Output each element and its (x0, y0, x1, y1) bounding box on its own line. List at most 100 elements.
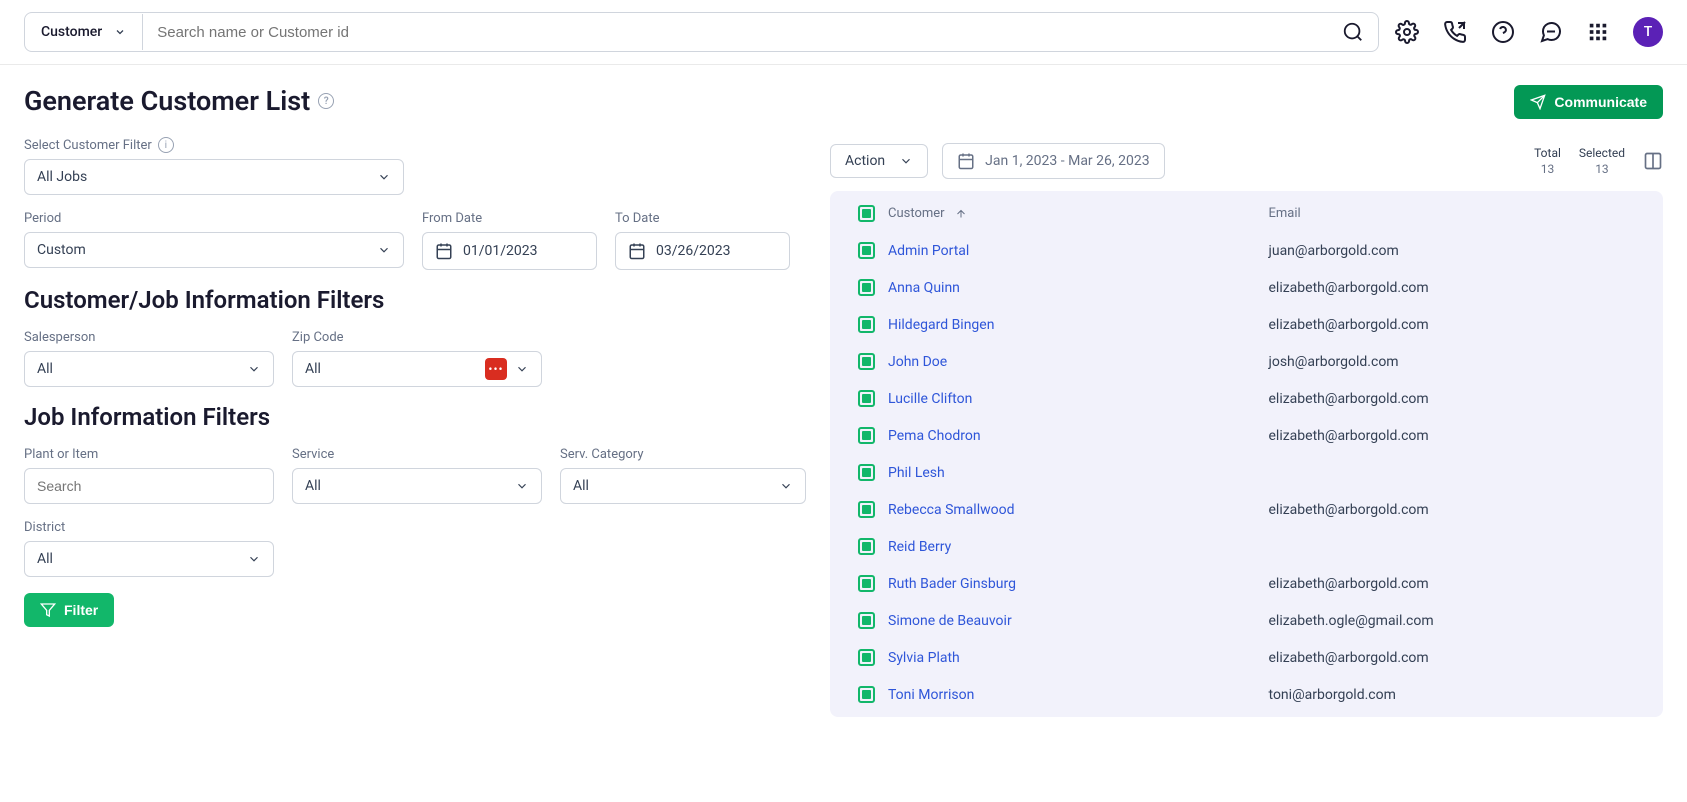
customer-name-link[interactable]: Rebecca Smallwood (888, 502, 1269, 518)
filter-button[interactable]: Filter (24, 593, 114, 627)
phone-icon (1443, 20, 1467, 44)
chevron-down-icon (515, 362, 529, 376)
chat-button[interactable] (1539, 20, 1563, 44)
row-checkbox[interactable] (858, 464, 875, 481)
district-label: District (24, 520, 274, 535)
table-row: Ruth Bader Ginsburgelizabeth@arborgold.c… (830, 565, 1663, 602)
district-select[interactable]: All (24, 541, 274, 577)
chevron-down-icon (247, 552, 261, 566)
period-label: Period (24, 211, 404, 226)
chevron-down-icon (899, 154, 913, 168)
results-table: Customer Email Admin Portaljuan@arborgol… (830, 191, 1663, 717)
customer-email: elizabeth@arborgold.com (1269, 391, 1650, 407)
send-icon (1530, 94, 1546, 110)
table-row: Simone de Beauvoirelizabeth.ogle@gmail.c… (830, 602, 1663, 639)
help-button[interactable] (1491, 20, 1515, 44)
avatar[interactable]: T (1633, 17, 1663, 47)
customer-email: josh@arborgold.com (1269, 354, 1650, 370)
row-checkbox[interactable] (858, 242, 875, 259)
help-hint-icon[interactable]: ? (318, 93, 334, 109)
search-button[interactable] (1328, 13, 1378, 51)
topbar-icons: T (1395, 17, 1663, 47)
customer-email: elizabeth@arborgold.com (1269, 317, 1650, 333)
columns-button[interactable] (1643, 151, 1663, 171)
row-checkbox[interactable] (858, 316, 875, 333)
calendar-icon (435, 242, 453, 260)
customer-name-link[interactable]: John Doe (888, 354, 1269, 370)
customer-name-link[interactable]: Admin Portal (888, 243, 1269, 259)
table-row: Pema Chodronelizabeth@arborgold.com (830, 417, 1663, 454)
funnel-icon (40, 602, 56, 618)
table-row: Reid Berry (830, 528, 1663, 565)
chevron-down-icon (377, 243, 391, 257)
customer-filter-select[interactable]: All Jobs (24, 159, 404, 195)
date-range-picker[interactable]: Jan 1, 2023 - Mar 26, 2023 (942, 143, 1164, 179)
customer-name-link[interactable]: Toni Morrison (888, 687, 1269, 703)
table-row: Admin Portaljuan@arborgold.com (830, 232, 1663, 269)
zip-map-button[interactable]: ••• (485, 358, 507, 380)
selected-count: Selected 13 (1579, 146, 1625, 176)
chevron-down-icon (377, 170, 391, 184)
service-label: Service (292, 447, 542, 462)
total-count: Total 13 (1534, 146, 1561, 176)
search-scope-dropdown[interactable]: Customer (25, 14, 143, 50)
table-row: Sylvia Plathelizabeth@arborgold.com (830, 639, 1663, 676)
row-checkbox[interactable] (858, 353, 875, 370)
customer-email: elizabeth@arborgold.com (1269, 280, 1650, 296)
search-scope-label: Customer (41, 24, 102, 40)
column-header-customer[interactable]: Customer (888, 206, 1269, 221)
from-date-input[interactable]: 01/01/2023 (422, 232, 597, 270)
plant-search-input[interactable] (24, 468, 274, 504)
table-row: Hildegard Bingenelizabeth@arborgold.com (830, 306, 1663, 343)
action-dropdown[interactable]: Action (830, 144, 928, 178)
to-date-input[interactable]: 03/26/2023 (615, 232, 790, 270)
row-checkbox[interactable] (858, 575, 875, 592)
info-icon[interactable]: i (158, 137, 174, 153)
customer-email: elizabeth.ogle@gmail.com (1269, 613, 1650, 629)
table-row: Rebecca Smallwoodelizabeth@arborgold.com (830, 491, 1663, 528)
table-row: John Doejosh@arborgold.com (830, 343, 1663, 380)
row-checkbox[interactable] (858, 538, 875, 555)
job-heading: Job Information Filters (24, 403, 806, 431)
search-wrap: Customer (24, 12, 1379, 52)
customer-name-link[interactable]: Anna Quinn (888, 280, 1269, 296)
zip-select[interactable]: All ••• (292, 351, 542, 387)
customer-name-link[interactable]: Phil Lesh (888, 465, 1269, 481)
apps-button[interactable] (1587, 21, 1609, 43)
row-checkbox[interactable] (858, 279, 875, 296)
customer-name-link[interactable]: Pema Chodron (888, 428, 1269, 444)
settings-button[interactable] (1395, 20, 1419, 44)
phone-button[interactable] (1443, 20, 1467, 44)
row-checkbox[interactable] (858, 612, 875, 629)
table-row: Anna Quinnelizabeth@arborgold.com (830, 269, 1663, 306)
row-checkbox[interactable] (858, 686, 875, 703)
search-input[interactable] (143, 14, 1328, 51)
service-select[interactable]: All (292, 468, 542, 504)
plant-label: Plant or Item (24, 447, 274, 462)
sort-asc-icon (955, 208, 967, 220)
customer-name-link[interactable]: Hildegard Bingen (888, 317, 1269, 333)
communicate-button[interactable]: Communicate (1514, 85, 1663, 119)
period-select[interactable]: Custom (24, 232, 404, 268)
gear-icon (1395, 20, 1419, 44)
row-checkbox[interactable] (858, 649, 875, 666)
serv-cat-select[interactable]: All (560, 468, 806, 504)
row-checkbox[interactable] (858, 501, 875, 518)
salesperson-select[interactable]: All (24, 351, 274, 387)
customer-name-link[interactable]: Simone de Beauvoir (888, 613, 1269, 629)
chevron-down-icon (247, 362, 261, 376)
serv-cat-label: Serv. Category (560, 447, 806, 462)
customer-name-link[interactable]: Reid Berry (888, 539, 1269, 555)
customer-name-link[interactable]: Ruth Bader Ginsburg (888, 576, 1269, 592)
row-checkbox[interactable] (858, 427, 875, 444)
cj-heading: Customer/Job Information Filters (24, 286, 806, 314)
chevron-down-icon (779, 479, 793, 493)
select-all-checkbox[interactable] (858, 205, 875, 222)
column-header-email[interactable]: Email (1269, 206, 1650, 221)
layout-icon (1643, 151, 1663, 171)
customer-email: elizabeth@arborgold.com (1269, 576, 1650, 592)
customer-name-link[interactable]: Lucille Clifton (888, 391, 1269, 407)
customer-name-link[interactable]: Sylvia Plath (888, 650, 1269, 666)
from-date-label: From Date (422, 211, 597, 226)
row-checkbox[interactable] (858, 390, 875, 407)
